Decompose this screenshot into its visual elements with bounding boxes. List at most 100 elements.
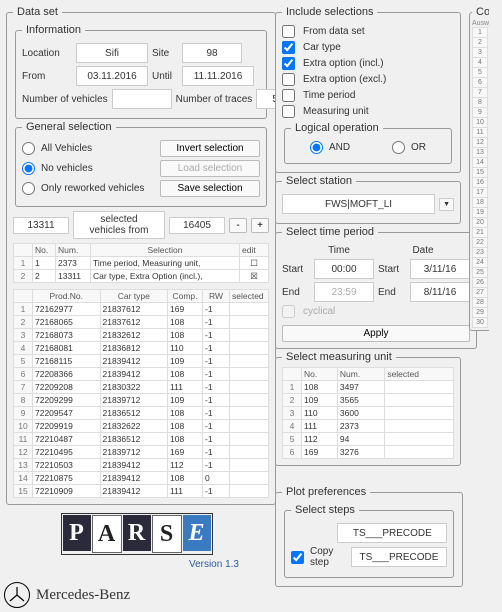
- and-radio[interactable]: AND: [310, 141, 350, 154]
- date-header: Date: [400, 245, 446, 256]
- mu-table: No. Num. selected 1108349721093565311036…: [282, 367, 454, 459]
- minus-button[interactable]: -: [229, 218, 247, 233]
- vehicle-row[interactable]: 87220929921839712109-1: [14, 394, 269, 407]
- vehicle-row[interactable]: 67220836621839412108-1: [14, 368, 269, 381]
- time-end-input[interactable]: 23:59: [314, 282, 374, 302]
- ts2-value[interactable]: TS___PRECODE: [351, 547, 448, 567]
- vehicle-row[interactable]: 97220954721836512108-1: [14, 407, 269, 420]
- all-vehicles-radio[interactable]: All Vehicles: [22, 142, 156, 155]
- sel-label: selected vehicles from: [73, 211, 165, 239]
- steps-legend: Select steps: [291, 504, 359, 516]
- vehicle-row[interactable]: 77220920821830322111-1: [14, 381, 269, 394]
- version-label: Version 1.3: [189, 559, 239, 570]
- sel-total: 16405: [169, 217, 225, 234]
- parse-logo: P A R S E: [61, 513, 213, 555]
- extra-excl-check[interactable]: Extra option (excl.): [282, 73, 454, 86]
- side-table: 1234567891011121314151617181920212223242…: [472, 27, 488, 328]
- mu-check[interactable]: Measuring unit: [282, 105, 454, 118]
- vehicle-row[interactable]: 1472210875218394121080: [14, 472, 269, 485]
- timeperiod-group: Select time period Time Date Start 00:00…: [275, 226, 477, 349]
- logical-legend: Logical operation: [291, 122, 383, 134]
- from-ds-check[interactable]: From data set: [282, 25, 454, 38]
- site-value: 98: [182, 43, 242, 63]
- dataset-legend: Data set: [13, 6, 62, 18]
- apply-button[interactable]: Apply: [282, 325, 470, 342]
- vehicle-row[interactable]: 107220991921832622108-1: [14, 420, 269, 433]
- extra-incl-check[interactable]: Extra option (incl.): [282, 57, 454, 70]
- station-legend: Select station: [282, 175, 356, 187]
- car-type-check[interactable]: Car type: [282, 41, 454, 54]
- vehicle-row[interactable]: 157221090921839412111-1: [14, 485, 269, 498]
- vehicle-table: Prod.No. Car type Comp. RW selected 1721…: [13, 289, 269, 498]
- station-select[interactable]: FWS|MOFT_LI: [282, 194, 435, 214]
- auswa-label: Ausw: [472, 20, 489, 27]
- nveh-value: [112, 89, 172, 109]
- con-legend: Con: [472, 6, 489, 18]
- until-value: 11.11.2016: [182, 66, 254, 86]
- plot-legend: Plot preferences: [282, 486, 370, 498]
- load-button[interactable]: Load selection: [160, 160, 260, 177]
- until-label: Until: [152, 71, 178, 82]
- end-label-1: End: [282, 287, 310, 298]
- time-header: Time: [316, 245, 362, 256]
- nveh-label: Number of vehicles: [22, 94, 108, 105]
- date-end-input[interactable]: 8/11/16: [410, 282, 470, 302]
- ntraces-label: Number of traces: [176, 94, 253, 105]
- date-start-input[interactable]: 3/11/16: [410, 259, 470, 279]
- location-label: Location: [22, 48, 72, 59]
- invert-button[interactable]: Invert selection: [160, 140, 260, 157]
- rework-radio[interactable]: Only reworked vehicles: [22, 182, 156, 195]
- selection-row[interactable]: 112373Time period, Measuring unit,☐: [14, 257, 269, 270]
- mu-row[interactable]: 41112373: [283, 420, 454, 433]
- dataset-group: Data set Information Location Sifi Site …: [6, 6, 276, 505]
- start-label-2: Start: [378, 264, 406, 275]
- include-group: Include selections From data set Car typ…: [275, 6, 461, 173]
- mercedes-logo: Mercedes-Benz: [4, 582, 130, 608]
- plus-button[interactable]: +: [251, 218, 269, 233]
- timeperiod-legend: Select time period: [282, 226, 378, 238]
- or-radio[interactable]: OR: [392, 141, 426, 154]
- chevron-down-icon[interactable]: ▼: [439, 198, 454, 211]
- save-button[interactable]: Save selection: [160, 180, 260, 197]
- vehicle-row[interactable]: 57216811521839412109-1: [14, 355, 269, 368]
- mu-row[interactable]: 31103600: [283, 407, 454, 420]
- time-check[interactable]: Time period: [282, 89, 454, 102]
- mu-row[interactable]: 511294: [283, 433, 454, 446]
- mu-row[interactable]: 11083497: [283, 381, 454, 394]
- location-value: Sifi: [76, 43, 148, 63]
- sel-count: 13311: [13, 217, 69, 234]
- selection-table: No. Num. Selection edit 112373Time perio…: [13, 243, 269, 283]
- gensel-group: General selection All Vehicles Invert se…: [15, 121, 267, 207]
- station-group: Select station FWS|MOFT_LI ▼: [275, 175, 461, 224]
- info-legend: Information: [22, 24, 85, 36]
- vehicle-row[interactable]: 137221050321839412112-1: [14, 459, 269, 472]
- con-group: Con Ausw 1234567891011121314151617181920…: [469, 6, 489, 331]
- vehicle-row[interactable]: 127221049521839712169-1: [14, 446, 269, 459]
- steps-group: Select steps TS___PRECODE Copy step TS__…: [284, 504, 454, 578]
- from-label: From: [22, 71, 72, 82]
- cyclical-check[interactable]: cyclical: [282, 305, 470, 318]
- copy-step-check[interactable]: Copy step: [291, 546, 347, 568]
- mu-row[interactable]: 61693276: [283, 446, 454, 459]
- gensel-legend: General selection: [22, 121, 116, 133]
- vehicle-row[interactable]: 117221048721836512108-1: [14, 433, 269, 446]
- vehicle-row[interactable]: 47216808121836812110-1: [14, 342, 269, 355]
- vehicle-row[interactable]: 27216806521837612108-1: [14, 316, 269, 329]
- start-label-1: Start: [282, 264, 310, 275]
- vehicle-row[interactable]: 37216807321832612108-1: [14, 329, 269, 342]
- mu-legend: Select measuring unit: [282, 351, 396, 363]
- include-legend: Include selections: [282, 6, 377, 18]
- mu-row[interactable]: 21093565: [283, 394, 454, 407]
- info-group: Information Location Sifi Site 98 From 0…: [15, 24, 267, 119]
- time-start-input[interactable]: 00:00: [314, 259, 374, 279]
- ts1-value[interactable]: TS___PRECODE: [337, 523, 447, 543]
- mu-group: Select measuring unit No. Num. selected …: [275, 351, 461, 466]
- from-value: 03.11.2016: [76, 66, 148, 86]
- logical-group: Logical operation AND OR: [284, 122, 452, 164]
- vehicle-row[interactable]: 17216297721837612169-1: [14, 303, 269, 316]
- no-vehicles-radio[interactable]: No vehicles: [22, 162, 156, 175]
- plot-group: Plot preferences Select steps TS___PRECO…: [275, 486, 463, 587]
- selection-row[interactable]: 2213311Car type, Extra Option (incl.),☒: [14, 270, 269, 283]
- site-label: Site: [152, 48, 178, 59]
- end-label-2: End: [378, 287, 406, 298]
